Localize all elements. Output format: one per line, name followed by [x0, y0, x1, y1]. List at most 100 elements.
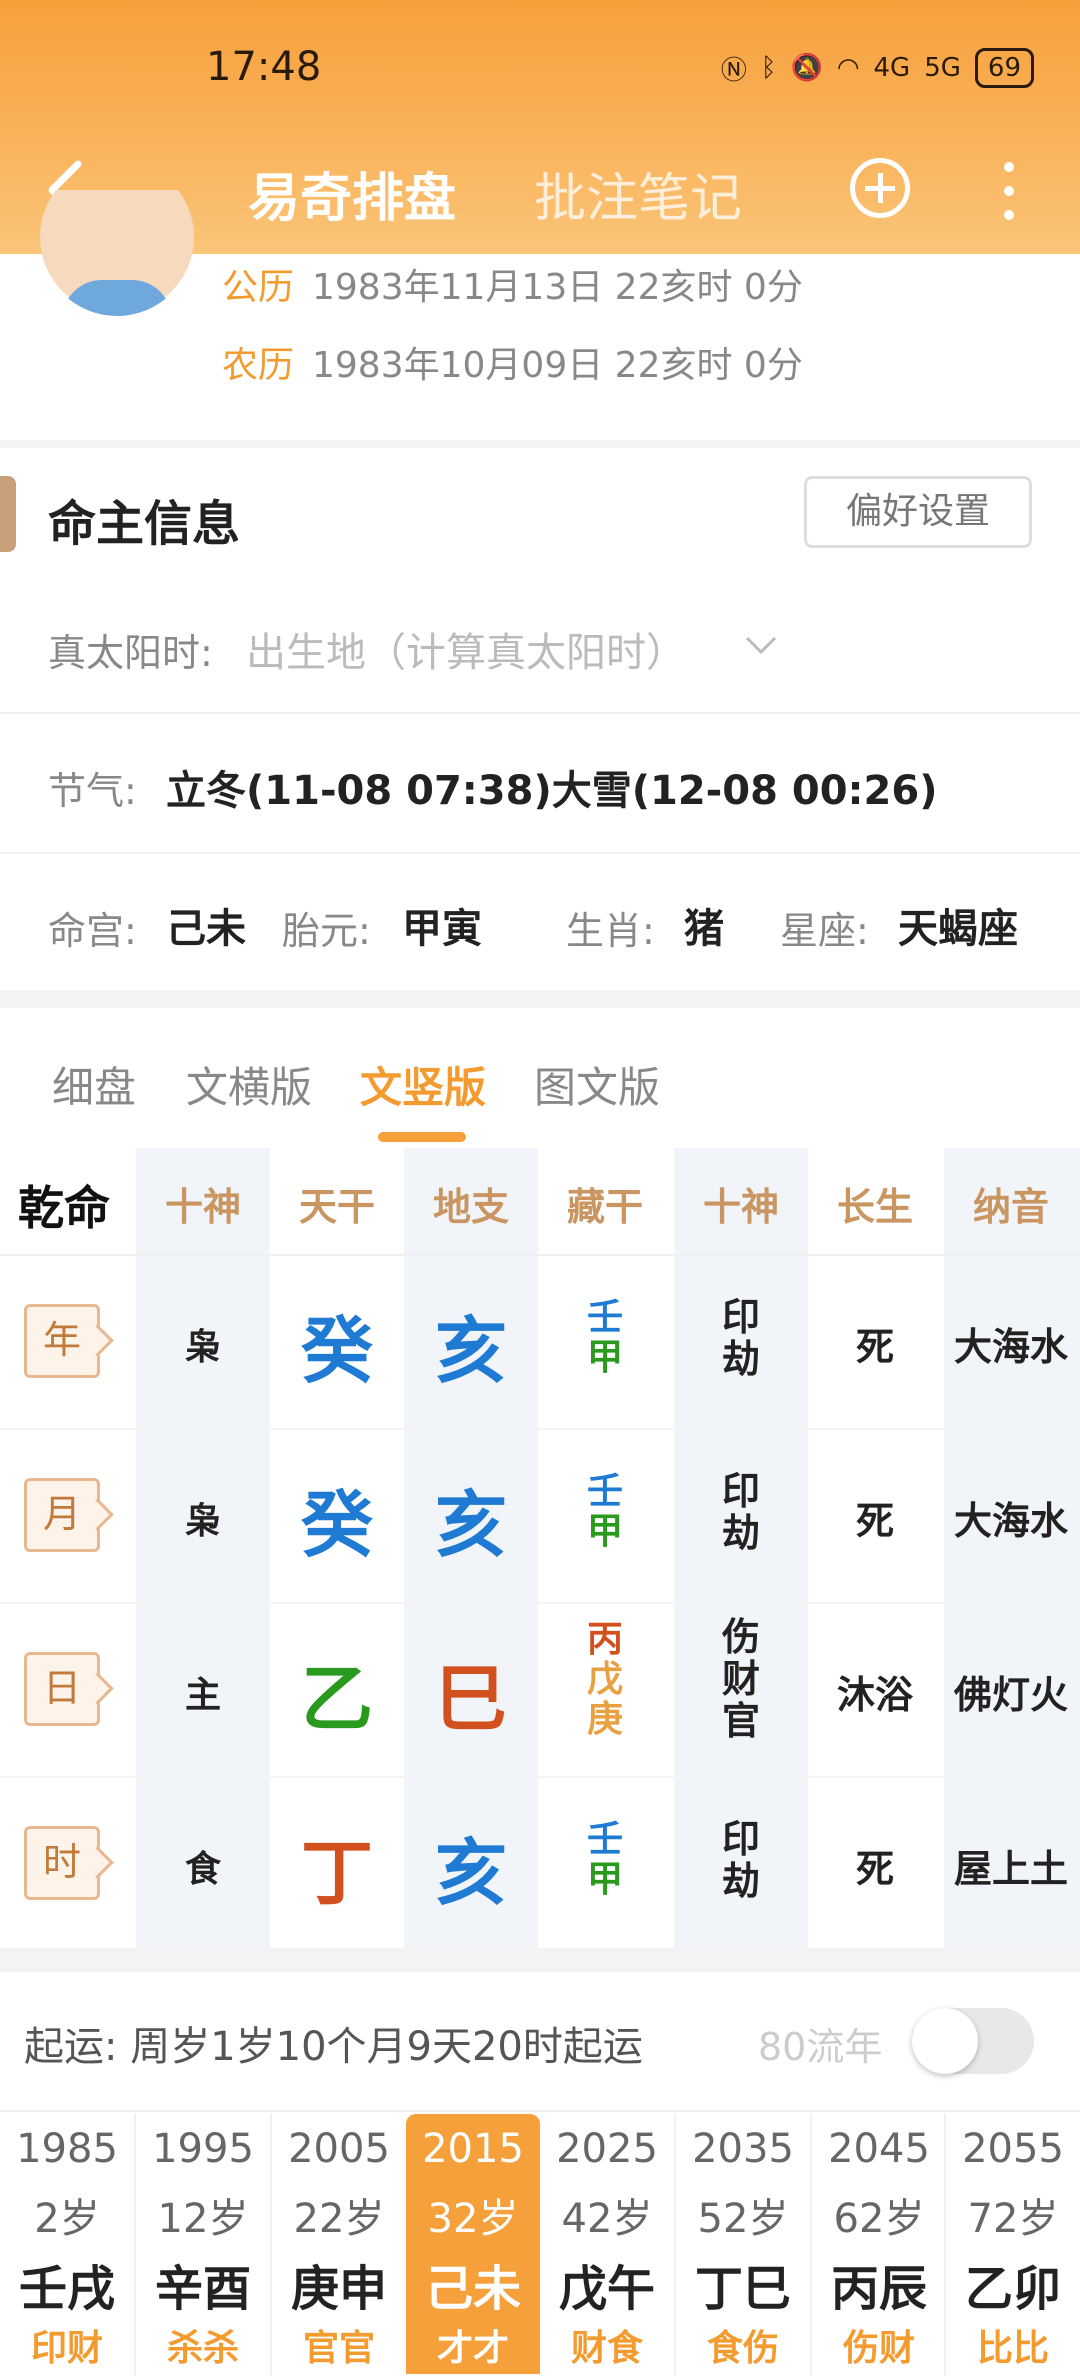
changsheng-day: 沐浴 — [836, 1673, 913, 1717]
zhi-day: 巳 — [434, 1657, 507, 1741]
status-time: 17:48 — [206, 44, 322, 90]
row-tag-day[interactable]: 日 — [24, 1652, 100, 1726]
header-shishen: 十神 — [164, 1185, 241, 1229]
tab-wenshu[interactable]: 文竖版 — [360, 1054, 486, 1115]
shishen2-hour-1: 劫 — [721, 1859, 760, 1903]
active-tab-indicator — [378, 1132, 466, 1142]
header-canggan: 藏干 — [566, 1185, 643, 1229]
nfc-icon: Ⓝ — [720, 55, 747, 86]
qiyun-text: 起运: 周岁1岁10个月9天20时起运 — [24, 2024, 643, 2070]
header-tiangan: 天干 — [298, 1185, 375, 1229]
gan-month: 癸 — [300, 1483, 373, 1567]
solar-date: 1983年11月13日 22亥时 0分 — [312, 267, 803, 308]
add-icon[interactable] — [850, 158, 910, 218]
gan-day: 乙 — [300, 1657, 373, 1741]
divider — [0, 852, 1080, 854]
section-accent — [0, 476, 16, 552]
tab-paipan[interactable]: 易奇排盘 — [248, 156, 456, 231]
dayun-item-selected[interactable]: 2015 32岁 己未 才才 — [406, 2114, 540, 2374]
divider — [0, 440, 1080, 448]
header-dizhi: 地支 — [432, 1185, 509, 1229]
xingzuo-label: 星座: — [780, 909, 869, 953]
minggong-label: 命宫: — [48, 909, 137, 953]
dayun-item[interactable]: 2025 42岁 戊午 财食 — [540, 2114, 674, 2374]
changsheng-month: 死 — [855, 1499, 894, 1543]
dayun-item[interactable]: 1985 2岁 壬戌 印财 — [0, 2114, 134, 2374]
true-solar-label: 真太阳时: — [48, 631, 213, 675]
lunar-date: 1983年10月09日 22亥时 0分 — [312, 345, 803, 386]
nayin-year: 大海水 — [953, 1325, 1068, 1369]
shishen2-hour-0: 印 — [721, 1817, 760, 1861]
preference-button[interactable]: 偏好设置 — [804, 476, 1032, 548]
more-icon[interactable] — [1004, 162, 1016, 222]
shishen-month: 枭 — [184, 1501, 221, 1542]
tab-notes[interactable]: 批注笔记 — [534, 156, 742, 231]
tab-xipan[interactable]: 细盘 — [52, 1054, 136, 1115]
signal-5g-icon: 5G — [924, 53, 961, 83]
row-tag-hour[interactable]: 时 — [24, 1826, 100, 1900]
nayin-month: 大海水 — [953, 1499, 1068, 1543]
wifi-icon: ◠ — [836, 53, 860, 83]
taiyuan-label: 胎元: — [282, 909, 371, 953]
canggan-hour-1: 甲 — [586, 1859, 623, 1900]
divider — [0, 990, 1080, 1008]
shishen2-day-1: 财 — [721, 1657, 760, 1701]
header-changsheng: 长生 — [836, 1185, 913, 1229]
row-tag-month[interactable]: 月 — [24, 1478, 100, 1552]
canggan-month-0: 壬 — [586, 1471, 623, 1512]
dayun-item[interactable]: 2005 22岁 庚申 官官 — [272, 2114, 406, 2374]
signal-4g-icon: 4G — [873, 53, 911, 83]
shishen2-year-0: 印 — [721, 1295, 760, 1339]
shishen-hour: 食 — [184, 1849, 221, 1890]
zhi-year: 亥 — [434, 1309, 507, 1393]
dayun-item[interactable]: 2055 72岁 乙卯 比比 — [946, 2114, 1080, 2374]
canggan-day-0: 丙 — [586, 1619, 623, 1660]
xingzuo-value: 天蝎座 — [898, 906, 1018, 952]
avatar[interactable] — [40, 190, 194, 316]
tab-tuwen[interactable]: 图文版 — [534, 1054, 660, 1115]
divider — [0, 712, 1080, 714]
mute-icon: 🔕 — [790, 53, 823, 83]
liunian-toggle[interactable] — [912, 2008, 1034, 2074]
shishen-year: 枭 — [184, 1327, 221, 1368]
nayin-hour: 屋上土 — [953, 1847, 1068, 1891]
canggan-year-1: 甲 — [586, 1337, 623, 1378]
liunian-label: 80流年 — [758, 2025, 883, 2069]
status-bar: 17:48 Ⓝ ᛒ 🔕 ◠ 4G 5G 69 — [0, 44, 1080, 96]
shishen2-day-2: 官 — [721, 1699, 760, 1743]
dayun-item[interactable]: 2035 52岁 丁巳 食伤 — [676, 2114, 810, 2374]
shishen2-month-0: 印 — [721, 1469, 760, 1513]
battery-icon: 69 — [974, 48, 1034, 88]
zhi-month: 亥 — [434, 1483, 507, 1567]
canggan-year-0: 壬 — [586, 1297, 623, 1338]
divider — [0, 1948, 1080, 1972]
bluetooth-icon: ᛒ — [760, 53, 777, 83]
status-icons: Ⓝ ᛒ 🔕 ◠ 4G 5G 69 — [721, 48, 1034, 88]
dayun-item[interactable]: 2045 62岁 丙辰 伤财 — [812, 2114, 946, 2374]
shishen2-year-1: 劫 — [721, 1337, 760, 1381]
shishen2-day-0: 伤 — [721, 1615, 760, 1659]
changsheng-year: 死 — [855, 1325, 894, 1369]
canggan-day-1: 戊 — [586, 1659, 623, 1700]
chevron-down-icon[interactable] — [744, 634, 778, 656]
birthplace-select[interactable]: 出生地（计算真太阳时） — [246, 620, 686, 678]
shengxiao-label: 生肖: — [566, 909, 655, 953]
shishen-day: 主 — [184, 1675, 221, 1716]
canggan-month-1: 甲 — [586, 1511, 623, 1552]
dayun-item[interactable]: 1995 12岁 辛酉 杀杀 — [136, 2114, 270, 2374]
shishen2-month-1: 劫 — [721, 1511, 760, 1555]
jieqi-label: 节气: — [48, 769, 137, 813]
lunar-label: 农历 — [222, 345, 295, 386]
canggan-day-2: 庚 — [586, 1699, 623, 1740]
header-shishen2: 十神 — [702, 1185, 779, 1229]
gan-hour: 丁 — [300, 1831, 373, 1915]
tab-wenheng[interactable]: 文横版 — [186, 1054, 312, 1115]
nayin-day: 佛灯火 — [953, 1673, 1068, 1717]
gender-label: 乾命 — [18, 1181, 110, 1235]
taiyuan-value: 甲寅 — [402, 906, 482, 952]
changsheng-hour: 死 — [855, 1847, 894, 1891]
minggong-value: 己未 — [166, 906, 246, 952]
zhi-hour: 亥 — [434, 1831, 507, 1915]
shengxiao-value: 猪 — [684, 906, 724, 952]
row-tag-year[interactable]: 年 — [24, 1304, 100, 1378]
